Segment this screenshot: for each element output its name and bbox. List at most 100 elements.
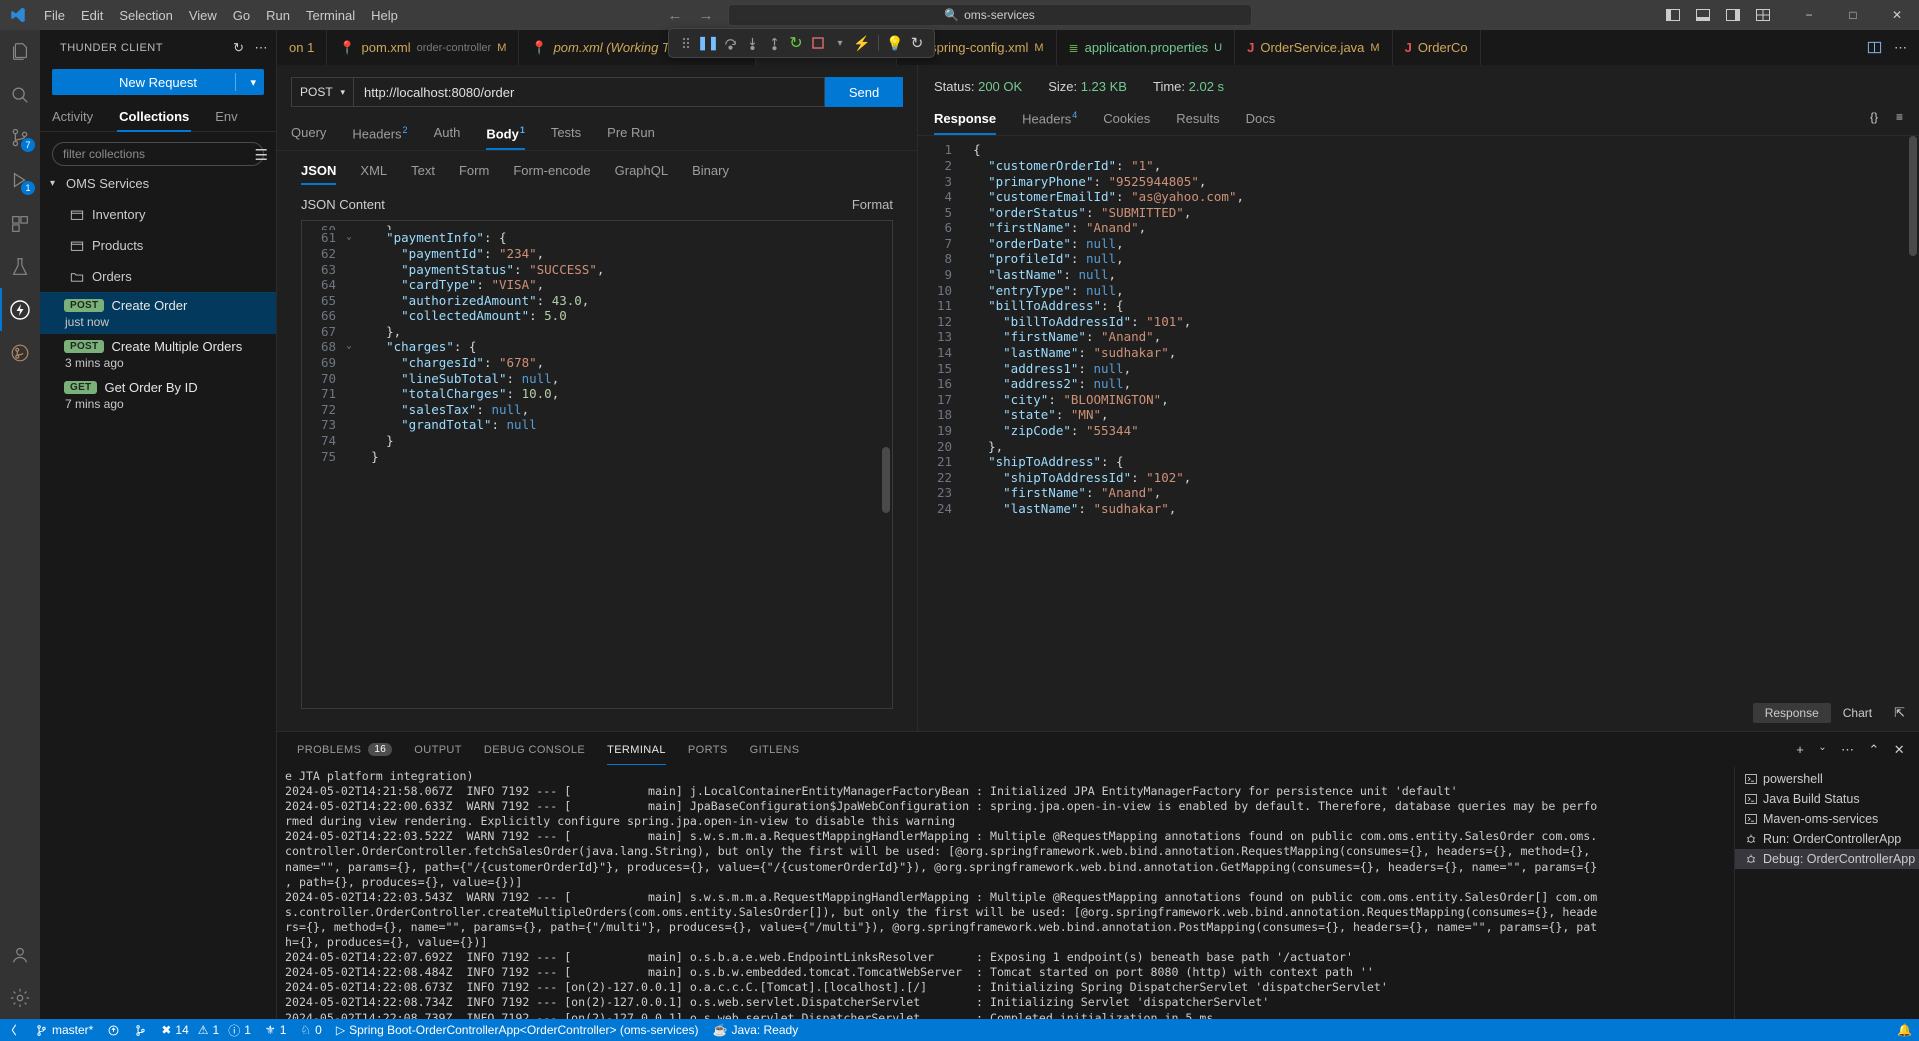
response-scrollbar[interactable] — [1909, 136, 1917, 257]
request-tab-pre-run[interactable]: Pre Run — [607, 119, 655, 150]
activity-accounts[interactable] — [0, 933, 40, 976]
expand-icon[interactable]: ⇱ — [1894, 705, 1905, 721]
activity-thunder-client[interactable] — [0, 288, 40, 331]
menu-edit[interactable]: Edit — [73, 5, 111, 26]
menu-view[interactable]: View — [181, 5, 225, 26]
terminal-item-powershell[interactable]: powershell — [1735, 769, 1919, 789]
minimize-button[interactable]: − — [1787, 0, 1831, 30]
ellipsis-icon[interactable]: ⋯ — [1894, 40, 1907, 56]
activity-run-debug[interactable]: 1 — [0, 159, 40, 202]
request-tab-tests[interactable]: Tests — [551, 119, 581, 150]
body-type-form[interactable]: Form — [459, 163, 489, 185]
editor-tab-orderservice-java[interactable]: J OrderService.java M — [1235, 30, 1393, 65]
menu-go[interactable]: Go — [225, 5, 258, 26]
request-editor-scrollbar[interactable] — [882, 447, 890, 514]
terminal-item-run-ordercontrollerapp[interactable]: Run: OrderControllerApp — [1735, 829, 1919, 849]
menu-help[interactable]: Help — [363, 5, 406, 26]
ports-status-button[interactable]: ⚜ 1 — [258, 1019, 293, 1041]
activity-settings[interactable] — [0, 976, 40, 1019]
menu-terminal[interactable]: Terminal — [298, 5, 363, 26]
response-tab-headers[interactable]: Headers4 — [1022, 104, 1077, 135]
activity-search[interactable] — [0, 73, 40, 116]
panel-tab-gitlens[interactable]: GITLENS — [750, 735, 800, 765]
response-tab-cookies[interactable]: Cookies — [1103, 105, 1150, 135]
stop-icon[interactable] — [807, 31, 829, 55]
body-type-xml[interactable]: XML — [360, 163, 387, 185]
java-status-button[interactable]: ☕ Java: Ready — [706, 1019, 806, 1041]
step-out-icon[interactable] — [763, 31, 785, 55]
navigation-arrows[interactable]: ← → — [668, 7, 714, 24]
fold-toggle-icon[interactable]: ⌄ — [342, 339, 356, 355]
activity-source-control[interactable]: 7 — [0, 116, 40, 159]
split-editor-icon[interactable] — [1867, 40, 1882, 55]
body-type-form-encode[interactable]: Form-encode — [513, 163, 590, 185]
response-tab-docs[interactable]: Docs — [1246, 105, 1276, 135]
menu-selection[interactable]: Selection — [111, 5, 180, 26]
terminal-output[interactable]: e JTA platform integration) 2024-05-02T1… — [277, 767, 1734, 1019]
hot-reload-icon[interactable]: ⚡ — [851, 31, 873, 55]
go-back-icon[interactable]: ← — [668, 7, 683, 24]
editor-tab-pomxml[interactable]: 📍 pom.xml order-controller M — [327, 30, 520, 65]
menu-bar[interactable]: File Edit Selection View Go Run Terminal… — [36, 5, 406, 26]
body-type-graphql[interactable]: GraphQL — [615, 163, 668, 185]
editor-tab-orderco[interactable]: J OrderCo — [1392, 30, 1481, 65]
request-tab-auth[interactable]: Auth — [434, 119, 461, 150]
git-branch-button[interactable]: master* — [28, 1019, 100, 1041]
menu-icon[interactable]: ≡ — [1896, 110, 1903, 124]
tab-env[interactable]: Env — [215, 103, 237, 131]
view-response-button[interactable]: Response — [1752, 703, 1831, 723]
new-request-button[interactable]: New Request ▾ — [52, 69, 264, 95]
step-into-icon[interactable] — [741, 31, 763, 55]
go-forward-icon[interactable]: → — [699, 7, 714, 24]
remote-window-button[interactable] — [0, 1019, 28, 1041]
close-window-button[interactable]: ✕ — [1875, 0, 1919, 30]
panel-more-icon[interactable]: ⋯ — [1841, 742, 1854, 758]
send-button[interactable]: Send — [825, 77, 903, 107]
notifications-button[interactable]: 🔔 — [1890, 1019, 1919, 1041]
request-tab-query[interactable]: Query — [291, 119, 326, 150]
chevron-down-icon[interactable]: ▾ — [250, 76, 256, 89]
menu-file[interactable]: File — [36, 5, 73, 26]
activity-gitlens[interactable] — [0, 331, 40, 374]
view-chart-button[interactable]: Chart — [1831, 703, 1884, 723]
reload-icon[interactable]: ↻ — [906, 31, 928, 55]
collections-menu-icon[interactable]: ☰ — [255, 146, 268, 164]
pause-icon[interactable]: ❚❚ — [697, 31, 719, 55]
maximize-button[interactable]: □ — [1831, 0, 1875, 30]
panel-tab-problems[interactable]: PROBLEMS 16 — [297, 734, 393, 765]
restart-icon[interactable]: ↻ — [785, 31, 807, 55]
toggle-primary-sidebar-icon[interactable] — [1665, 7, 1681, 23]
request-tab-body[interactable]: Body1 — [486, 119, 525, 151]
fold-toggle-icon[interactable]: ⌄ — [342, 230, 356, 246]
run-configuration-button[interactable]: ▷ Spring Boot-OrderControllerApp<OrderCo… — [329, 1019, 706, 1041]
folder-products[interactable]: Products — [40, 230, 276, 261]
folder-orders[interactable]: Orders — [40, 261, 276, 292]
request-body-editor[interactable]: 60 },61⌄ "paymentInfo": {62 "paymentId":… — [301, 220, 893, 709]
new-terminal-icon[interactable]: + — [1796, 742, 1804, 758]
terminal-item-java-build-status[interactable]: Java Build Status — [1735, 789, 1919, 809]
panel-tab-terminal[interactable]: TERMINAL — [607, 735, 666, 765]
problems-status-button[interactable]: ✖ 14 ⚠ 1 ⓘ 1 — [154, 1019, 258, 1041]
filter-collections-input[interactable]: filter collections — [52, 142, 264, 166]
command-center-search[interactable]: 🔍 oms-services — [727, 4, 1252, 26]
refresh-icon[interactable]: ↻ — [233, 40, 244, 56]
close-panel-icon[interactable]: ✕ — [1894, 742, 1905, 758]
chevron-down-icon[interactable]: ▾ — [50, 178, 66, 189]
response-tab-response[interactable]: Response — [934, 105, 997, 135]
tab-activity[interactable]: Activity — [52, 103, 93, 131]
drag-handle-icon[interactable] — [675, 31, 697, 55]
step-over-icon[interactable] — [719, 31, 741, 55]
git-graph-button[interactable] — [127, 1019, 154, 1041]
activity-extensions[interactable] — [0, 202, 40, 245]
stop-dropdown-icon[interactable]: ▾ — [829, 31, 851, 55]
toggle-panel-icon[interactable] — [1695, 7, 1711, 23]
request-create-multiple-orders[interactable]: POST Create Multiple Orders 3 mins ago — [40, 334, 276, 375]
raw-view-icon[interactable]: {} — [1870, 110, 1878, 124]
terminal-item-debug-ordercontrollerapp[interactable]: Debug: OrderControllerApp — [1735, 849, 1919, 869]
response-tab-results[interactable]: Results — [1176, 105, 1219, 135]
panel-tab-ports[interactable]: PORTS — [688, 735, 728, 765]
response-view-toggle[interactable]: Response Chart — [1752, 703, 1884, 723]
http-method-select[interactable]: POST ▾ — [291, 77, 353, 107]
live-share-button[interactable]: ♘ 0 — [293, 1019, 328, 1041]
debug-toolbar[interactable]: ❚❚ ↻ ▾ ⚡ 💡 ↻ — [668, 28, 935, 58]
